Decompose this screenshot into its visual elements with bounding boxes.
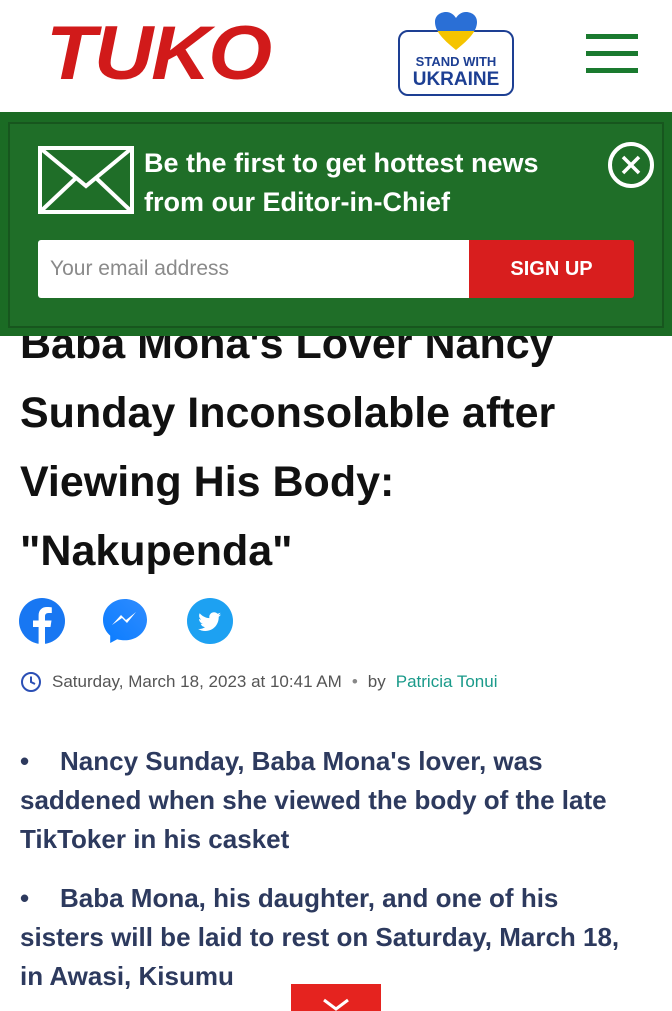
mail-icon (38, 146, 134, 214)
facebook-icon[interactable] (19, 598, 65, 644)
list-item: • Nancy Sunday, Baba Mona's lover, was sa… (20, 742, 632, 859)
sign-up-button[interactable]: SIGN UP (469, 240, 634, 298)
site-header: TUKO STAND WITH UKRAINE (0, 0, 672, 112)
bullet-mark: • (20, 746, 30, 776)
chevron-down-icon (323, 998, 349, 1011)
tuko-logo[interactable]: TUKO (46, 16, 272, 92)
article-title-region: Baba Mona's Lover Nancy Sunday Inconsola… (0, 336, 672, 596)
article-meta: Saturday, March 18, 2023 at 10:41 AM • b… (20, 670, 497, 694)
author-link[interactable]: Patricia Tonui (396, 672, 498, 692)
scroll-down-button[interactable] (291, 984, 381, 1011)
bullet-mark: • (20, 883, 30, 913)
ukraine-badge-line2: UKRAINE (412, 69, 500, 90)
summary-text: Baba Mona, his daughter, and one of his … (20, 883, 620, 991)
email-field[interactable] (38, 240, 470, 298)
article-title: Baba Mona's Lover Nancy Sunday Inconsola… (20, 336, 556, 575)
newsletter-message: Be the first to get hottest news from ou… (144, 148, 539, 217)
hamburger-icon[interactable] (586, 34, 640, 74)
twitter-icon[interactable] (187, 598, 233, 644)
article-summary-list: • Nancy Sunday, Baba Mona's lover, was sa… (20, 742, 632, 1011)
publish-date: Saturday, March 18, 2023 at 10:41 AM (52, 672, 342, 691)
list-item: • Baba Mona, his daughter, and one of his… (20, 879, 632, 996)
meta-separator: • (351, 672, 358, 691)
messenger-icon[interactable] (102, 598, 148, 644)
clock-icon (21, 672, 41, 692)
stand-with-ukraine-badge[interactable]: STAND WITH UKRAINE (398, 12, 514, 96)
summary-text: Nancy Sunday, Baba Mona's lover, was sad… (20, 746, 607, 854)
logo-text: TUKO (46, 11, 272, 96)
close-icon[interactable] (608, 142, 654, 188)
heart-icon (435, 12, 477, 50)
by-label: by (367, 672, 386, 691)
ukraine-badge-line1: STAND WITH (415, 54, 497, 69)
